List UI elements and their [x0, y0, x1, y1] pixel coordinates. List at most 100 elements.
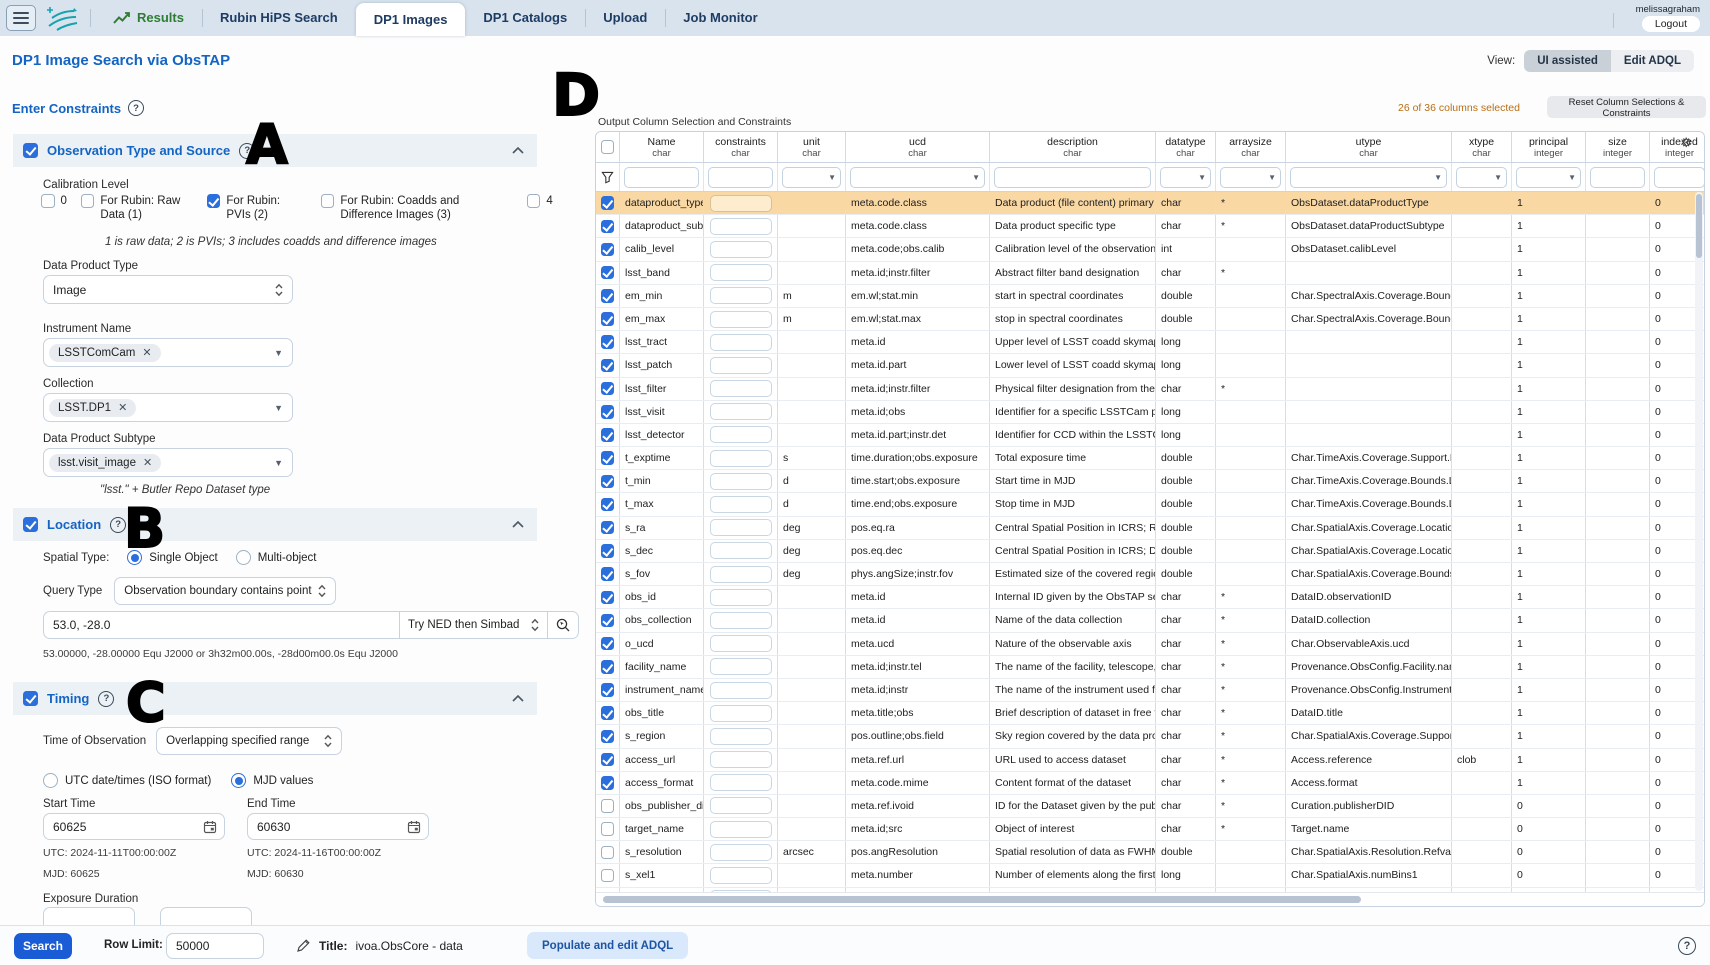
column-header-arraysize[interactable]: arraysizechar: [1216, 132, 1286, 162]
constraint-input[interactable]: [710, 658, 772, 675]
constraint-input[interactable]: [710, 705, 772, 722]
view-option-ui-assisted[interactable]: UI assisted: [1524, 50, 1611, 72]
filter-select-ucd[interactable]: ▼: [850, 167, 985, 188]
row-checkbox[interactable]: [601, 312, 615, 326]
tab-job-monitor[interactable]: Job Monitor: [665, 0, 775, 36]
row-checkbox[interactable]: [601, 730, 615, 744]
remove-icon[interactable]: ✕: [118, 401, 127, 414]
constraint-input[interactable]: [710, 241, 772, 258]
logout-button[interactable]: Logout: [1642, 16, 1700, 32]
table-row-s_resolution[interactable]: s_resolutionarcsecpos.angResolutionSpati…: [596, 841, 1704, 864]
section-checkbox[interactable]: [23, 143, 38, 158]
row-checkbox[interactable]: [601, 498, 615, 512]
table-settings-gear-icon[interactable]: ⚙: [1680, 136, 1692, 149]
constraint-input[interactable]: [710, 612, 772, 629]
row-checkbox[interactable]: [601, 220, 615, 234]
table-row-s_region[interactable]: s_regionpos.outline;obs.fieldSky region …: [596, 725, 1704, 748]
table-row-calib_level[interactable]: calib_levelmeta.code;obs.calibCalibratio…: [596, 238, 1704, 261]
constraint-input[interactable]: [710, 566, 772, 583]
time-format-mjd-values[interactable]: MJD values: [231, 773, 313, 788]
help-icon[interactable]: ?: [98, 691, 114, 707]
filter-select-utype[interactable]: ▼: [1290, 167, 1447, 188]
time-format-utc-date-times-iso-format-[interactable]: UTC date/times (ISO format): [43, 773, 211, 788]
tab-upload[interactable]: Upload: [585, 0, 665, 36]
constraint-input[interactable]: [710, 264, 772, 281]
row-checkbox[interactable]: [601, 614, 615, 628]
column-header-datatype[interactable]: datatypechar: [1156, 132, 1216, 162]
constraint-input[interactable]: [710, 751, 772, 768]
table-row-facility_name[interactable]: facility_namemeta.id;instr.telThe name o…: [596, 656, 1704, 679]
tab-dp1-images[interactable]: DP1 Images: [356, 3, 466, 36]
constraint-input[interactable]: [710, 426, 772, 443]
menu-button[interactable]: [6, 5, 36, 31]
table-row-access_url[interactable]: access_urlmeta.ref.urlURL used to access…: [596, 749, 1704, 772]
constraint-input[interactable]: [710, 403, 772, 420]
help-icon[interactable]: ?: [128, 100, 144, 116]
row-checkbox[interactable]: [601, 428, 615, 442]
row-checkbox[interactable]: [601, 799, 615, 813]
time-of-observation-select[interactable]: Overlapping specified range: [156, 727, 342, 755]
section-checkbox[interactable]: [23, 691, 38, 706]
section-checkbox[interactable]: [23, 517, 38, 532]
table-row-obs_collection[interactable]: obs_collectionmeta.idName of the data co…: [596, 609, 1704, 632]
filter-select-principal[interactable]: ▼: [1516, 167, 1581, 188]
filter-input-description[interactable]: [994, 167, 1151, 188]
constraint-input[interactable]: [710, 844, 772, 861]
select-all-checkbox[interactable]: [601, 140, 615, 154]
radio[interactable]: [236, 550, 251, 565]
scrollbar-thumb[interactable]: [603, 896, 1361, 903]
row-checkbox[interactable]: [601, 660, 615, 674]
filter-input-size[interactable]: [1590, 167, 1645, 188]
collapse-chevron-icon[interactable]: [512, 147, 524, 154]
query-type-select[interactable]: Observation boundary contains point: [114, 577, 336, 605]
resolver-select[interactable]: Try NED then Simbad: [399, 612, 547, 638]
vertical-scrollbar[interactable]: [1695, 192, 1703, 891]
row-checkbox[interactable]: [601, 753, 615, 767]
constraint-input[interactable]: [710, 682, 772, 699]
filter-select-unit[interactable]: ▼: [782, 167, 841, 188]
table-row-em_max[interactable]: em_maxmem.wl;stat.maxstop in spectral co…: [596, 308, 1704, 331]
radio[interactable]: [43, 773, 58, 788]
constraint-input[interactable]: [710, 867, 772, 884]
calib-option-for-rubin-raw-data-1-[interactable]: For Rubin: Raw Data (1): [81, 194, 193, 223]
constraint-input[interactable]: [710, 195, 772, 212]
constraint-input[interactable]: [710, 311, 772, 328]
data-product-type-select[interactable]: Image: [43, 275, 293, 304]
calendar-icon[interactable]: [203, 820, 217, 834]
row-checkbox[interactable]: [601, 846, 615, 860]
column-header-principal[interactable]: principalinteger: [1512, 132, 1586, 162]
constraint-input[interactable]: [710, 589, 772, 606]
row-checkbox[interactable]: [601, 405, 615, 419]
row-checkbox[interactable]: [601, 637, 615, 651]
row-checkbox[interactable]: [601, 382, 615, 396]
filter-select-datatype[interactable]: ▼: [1160, 167, 1211, 188]
row-checkbox[interactable]: [601, 289, 615, 303]
row-checkbox[interactable]: [601, 683, 615, 697]
resolve-search-button[interactable]: [547, 612, 578, 638]
view-option-edit-adql[interactable]: Edit ADQL: [1611, 50, 1694, 72]
checkbox[interactable]: [81, 194, 95, 208]
constraint-input[interactable]: [710, 496, 772, 513]
table-row-lsst_patch[interactable]: lsst_patchmeta.id.partLower level of LSS…: [596, 354, 1704, 377]
filter-select-arraysize[interactable]: ▼: [1220, 167, 1281, 188]
constraint-input[interactable]: [710, 542, 772, 559]
table-row-lsst_tract[interactable]: lsst_tractmeta.idUpper level of LSST coa…: [596, 331, 1704, 354]
tab-rubin-hips-search[interactable]: Rubin HiPS Search: [202, 0, 356, 36]
table-row-lsst_detector[interactable]: lsst_detectormeta.id.part;instr.detIdent…: [596, 424, 1704, 447]
table-row-obs_id[interactable]: obs_idmeta.idInternal ID given by the Ob…: [596, 586, 1704, 609]
calib-option-for-rubin-coadds-and-difference-images-3-[interactable]: For Rubin: Coadds and Difference Images …: [321, 194, 513, 223]
row-checkbox[interactable]: [601, 521, 615, 535]
section-location[interactable]: Location ?: [13, 508, 537, 541]
table-row-s_fov[interactable]: s_fovdegphys.angSize;instr.fovEstimated …: [596, 563, 1704, 586]
table-row-s_ra[interactable]: s_radegpos.eq.raCentral Spatial Position…: [596, 517, 1704, 540]
row-limit-input[interactable]: [166, 933, 264, 959]
checkbox[interactable]: [207, 194, 221, 208]
constraint-input[interactable]: [710, 473, 772, 490]
row-checkbox[interactable]: [601, 776, 615, 790]
table-row-s_dec[interactable]: s_decdegpos.eq.decCentral Spatial Positi…: [596, 540, 1704, 563]
table-row-lsst_band[interactable]: lsst_bandmeta.id;instr.filterAbstract fi…: [596, 262, 1704, 285]
table-row-instrument_name[interactable]: instrument_namemeta.id;instrThe name of …: [596, 679, 1704, 702]
checkbox[interactable]: [527, 194, 541, 208]
section-timing[interactable]: Timing ?: [13, 682, 537, 715]
tab-results[interactable]: Results: [95, 0, 202, 36]
